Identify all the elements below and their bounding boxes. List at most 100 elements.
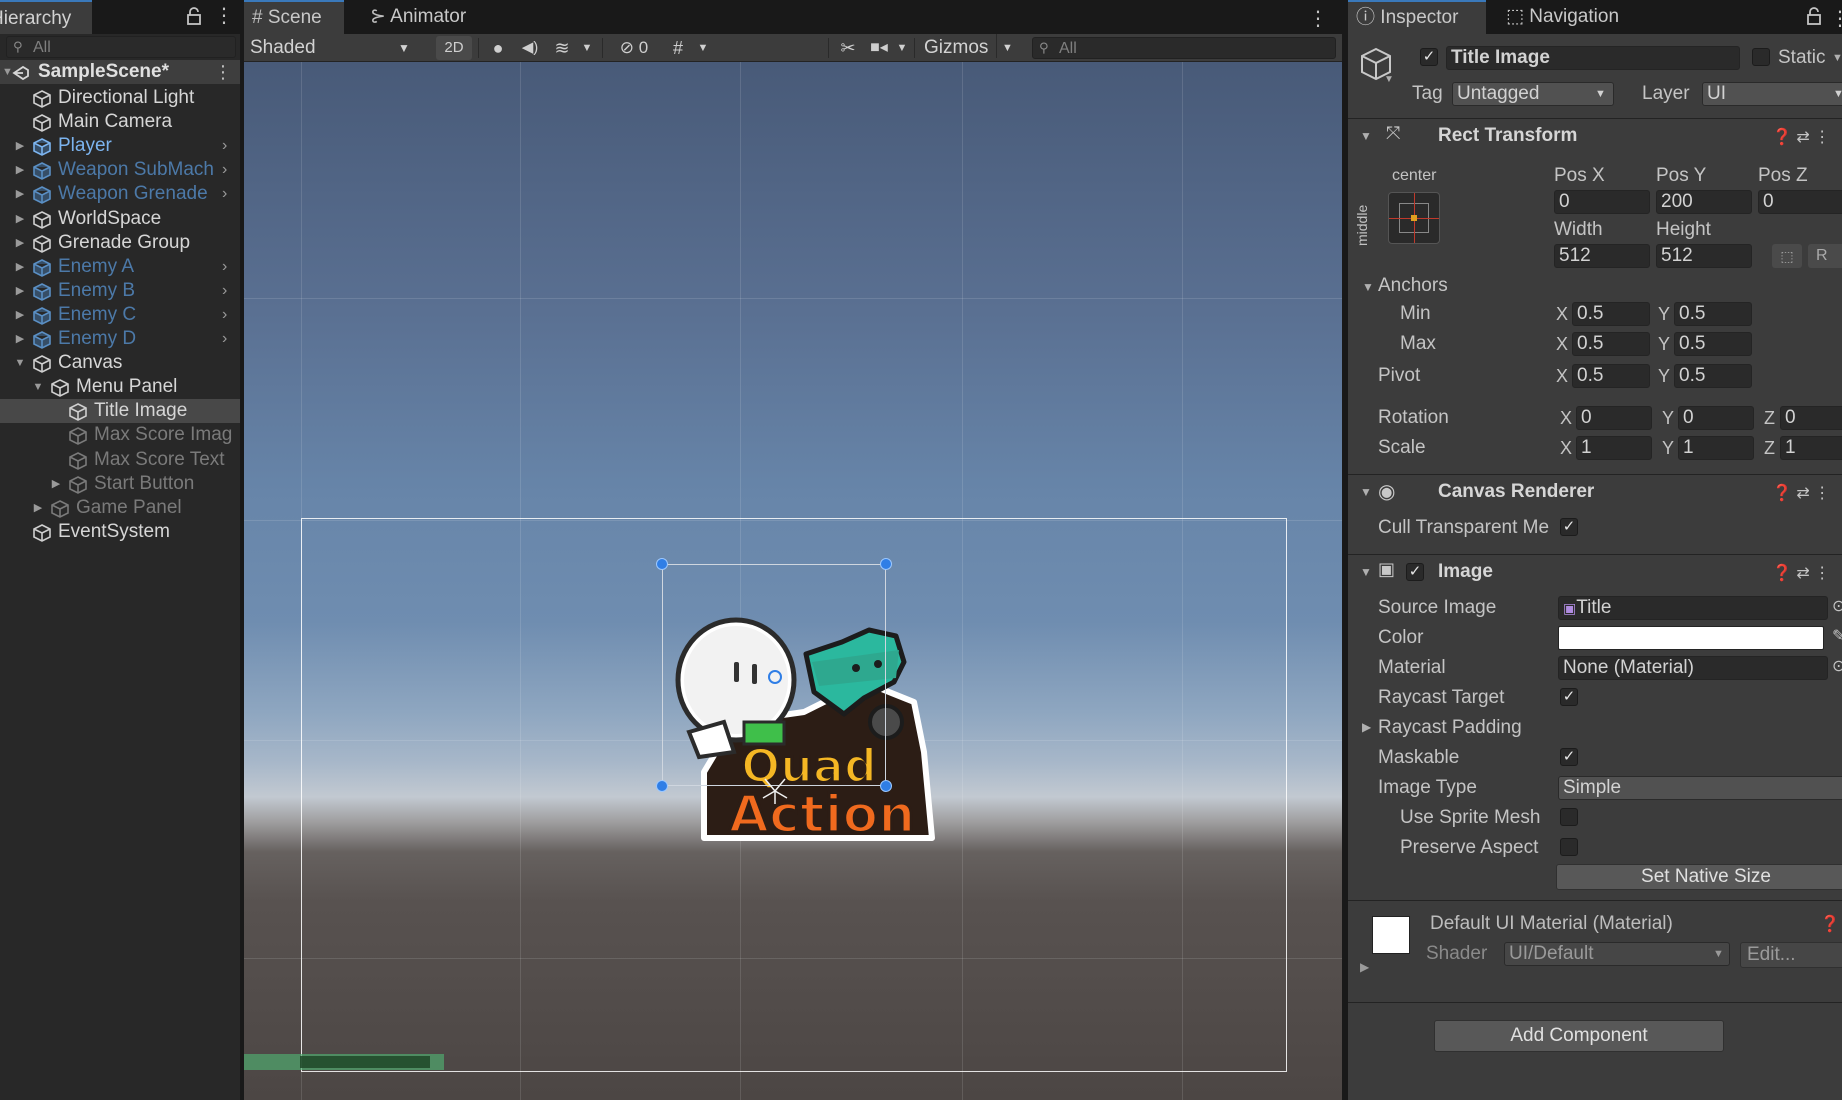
prefab-open-chevron-icon[interactable]: › [222, 134, 227, 158]
scene-viewport[interactable]: Quad Action [244, 62, 1342, 1100]
object-picker-icon[interactable]: ⊙ [1832, 656, 1842, 676]
chevron-down-icon[interactable]: ▼ [894, 36, 910, 60]
collapse-arrow-icon[interactable]: ▶ [50, 472, 62, 496]
collapse-arrow-icon[interactable]: ▶ [14, 207, 26, 231]
resize-handle-br[interactable] [880, 780, 892, 792]
pos-z-field[interactable]: 0 [1758, 190, 1842, 214]
hierarchy-item[interactable]: Max Score Imag [0, 423, 240, 447]
camera-icon[interactable]: ■◂ [866, 36, 892, 60]
pivot-handle[interactable] [768, 670, 782, 684]
anchor-max-y-field[interactable]: 0.5 [1674, 332, 1752, 356]
more-options-icon[interactable]: ⋮ [1308, 6, 1328, 31]
scale-z-field[interactable]: 1 [1780, 436, 1842, 460]
layer-dropdown[interactable]: UI ▼ [1702, 82, 1842, 106]
hierarchy-item[interactable]: Max Score Text [0, 448, 240, 472]
resize-handle-tr[interactable] [880, 558, 892, 570]
blueprint-mode-button[interactable]: ⬚ [1772, 244, 1802, 268]
prefab-open-chevron-icon[interactable]: › [222, 303, 227, 327]
effects-icon[interactable]: ≋ [548, 36, 576, 60]
hierarchy-search-input[interactable]: ⚲ All [6, 36, 236, 58]
hierarchy-item[interactable]: EventSystem [0, 520, 240, 544]
presets-icon[interactable]: ⇄ [1796, 565, 1809, 582]
scene-search-input[interactable]: ⚲ All [1032, 37, 1336, 59]
source-image-field[interactable]: ▣Title [1558, 596, 1828, 620]
presets-icon[interactable]: ⇄ [1796, 485, 1809, 502]
hierarchy-item[interactable]: ▶ Player › [0, 134, 240, 158]
more-options-icon[interactable]: ⋮ [1814, 129, 1830, 146]
raycast-padding-label[interactable]: Raycast Padding [1378, 716, 1522, 740]
chevron-down-icon[interactable]: ▼ [694, 36, 712, 60]
resize-handle-bl[interactable] [656, 780, 668, 792]
collapse-arrow-icon[interactable]: ▶ [32, 496, 44, 520]
anchor-min-y-field[interactable]: 0.5 [1674, 302, 1752, 326]
help-icon[interactable]: ❓ [1820, 914, 1840, 934]
component-tools[interactable]: ❓ ⇄ ⋮ [1772, 483, 1830, 503]
scene-visibility-button[interactable]: ⊘ 0 [608, 36, 660, 60]
lock-icon[interactable] [186, 6, 202, 26]
hierarchy-item[interactable]: Directional Light [0, 86, 240, 110]
hierarchy-item[interactable]: ▶ Enemy A › [0, 255, 240, 279]
tab-scene[interactable]: # Scene [244, 0, 344, 34]
tools-icon[interactable]: ✂ [834, 36, 862, 60]
hierarchy-item[interactable]: ▶ Weapon SubMach › [0, 158, 240, 182]
collapse-arrow-icon[interactable]: ▶ [14, 255, 26, 279]
gizmos-dropdown[interactable]: Gizmos ▼ [924, 34, 1014, 60]
collapse-arrow-icon[interactable]: ▶ [14, 182, 26, 206]
expand-arrow-icon[interactable]: ▼ [32, 375, 44, 399]
fold-arrow-icon[interactable]: ▼ [1360, 129, 1372, 143]
shader-edit-button[interactable]: Edit... [1740, 942, 1842, 968]
hierarchy-item[interactable]: ▶ Grenade Group [0, 231, 240, 255]
pos-y-field[interactable]: 200 [1656, 190, 1752, 214]
scene-more-icon[interactable]: ⋮ [214, 60, 232, 84]
cull-transparent-checkbox[interactable]: ✓ [1560, 518, 1578, 536]
toggle-2d-button[interactable]: 2D [436, 36, 472, 60]
hierarchy-item[interactable]: ▶ Start Button [0, 472, 240, 496]
prefab-open-chevron-icon[interactable]: › [222, 255, 227, 279]
image-enabled-checkbox[interactable]: ✓ [1406, 563, 1424, 581]
fold-arrow-icon[interactable]: ▼ [1360, 565, 1372, 579]
anchor-max-x-field[interactable]: 0.5 [1572, 332, 1650, 356]
hierarchy-item[interactable]: ▶ Enemy C › [0, 303, 240, 327]
component-tools[interactable]: ❓ ⇄ ⋮ [1772, 127, 1830, 147]
static-checkbox[interactable] [1752, 48, 1770, 66]
scale-y-field[interactable]: 1 [1678, 436, 1754, 460]
fold-arrow-icon[interactable]: ▶ [1360, 960, 1369, 974]
height-field[interactable]: 512 [1656, 244, 1752, 268]
shading-mode-dropdown[interactable]: Shaded ▼ [250, 36, 410, 60]
scene-root-row[interactable]: ▼ SampleScene* ⋮ [0, 60, 240, 84]
fold-arrow-icon[interactable]: ▶ [1362, 720, 1371, 734]
help-icon[interactable]: ❓ [1772, 129, 1792, 146]
pivot-y-field[interactable]: 0.5 [1674, 364, 1752, 388]
tab-animator[interactable]: ⊱ Animator [362, 0, 482, 34]
image-type-dropdown[interactable]: Simple ▼ [1558, 776, 1842, 800]
material-field[interactable]: None (Material) [1558, 656, 1828, 680]
more-options-icon[interactable]: ⋮ [1814, 485, 1830, 502]
fold-arrow-icon[interactable]: ▼ [1362, 280, 1374, 294]
set-native-size-button[interactable]: Set Native Size [1556, 864, 1842, 890]
tag-dropdown[interactable]: Untagged ▼ [1452, 82, 1614, 106]
scale-x-field[interactable]: 1 [1576, 436, 1652, 460]
anchor-presets-button[interactable] [1388, 192, 1440, 244]
chevron-down-icon[interactable]: ▼ [1384, 74, 1394, 85]
preserve-aspect-checkbox[interactable] [1560, 838, 1578, 856]
fold-arrow-icon[interactable]: ▼ [1360, 485, 1372, 499]
image-component-header[interactable]: ▼ ▣ ✓ Image ❓ ⇄ ⋮ [1348, 554, 1842, 590]
raycast-target-checkbox[interactable]: ✓ [1560, 688, 1578, 706]
anchor-icon[interactable] [760, 776, 790, 806]
eyedropper-icon[interactable]: ✎ [1832, 626, 1842, 646]
prefab-open-chevron-icon[interactable]: › [222, 327, 227, 351]
prefab-open-chevron-icon[interactable]: › [222, 182, 227, 206]
expand-arrow-icon[interactable]: ▼ [14, 351, 26, 375]
audio-icon[interactable]: ◀) [516, 36, 544, 60]
hierarchy-item[interactable]: ▼ Menu Panel [0, 375, 240, 399]
collapse-arrow-icon[interactable]: ▶ [14, 158, 26, 182]
hierarchy-item[interactable]: ▶ Weapon Grenade › [0, 182, 240, 206]
active-checkbox[interactable]: ✓ [1420, 48, 1438, 66]
tab-hierarchy[interactable]: Hierarchy [0, 0, 92, 34]
grid-snap-icon[interactable]: # [664, 36, 692, 60]
hierarchy-item[interactable]: ▶ Enemy D › [0, 327, 240, 351]
collapse-arrow-icon[interactable]: ▶ [14, 327, 26, 351]
tab-inspector[interactable]: ⓘ Inspector [1348, 0, 1486, 34]
canvas-renderer-header[interactable]: ▼ ◉ Canvas Renderer ❓ ⇄ ⋮ [1348, 474, 1842, 510]
object-picker-icon[interactable]: ⊙ [1832, 596, 1842, 616]
